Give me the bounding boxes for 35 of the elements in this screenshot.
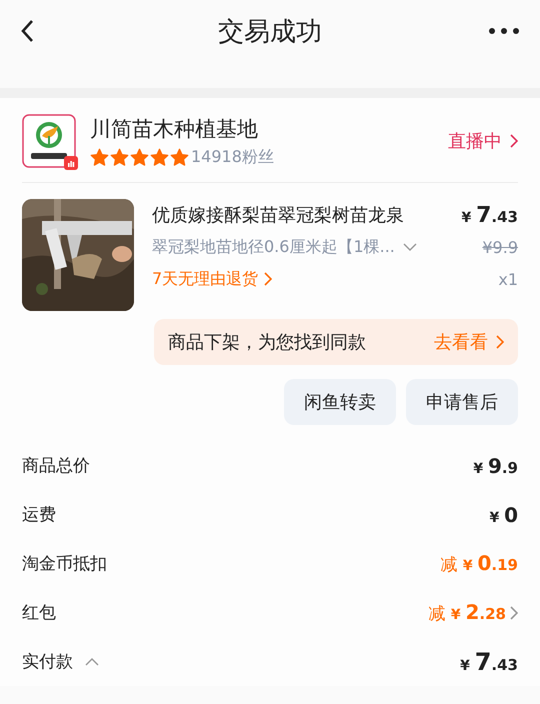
action-button[interactable]: 申请售后 — [406, 379, 518, 425]
star-icon — [130, 148, 149, 166]
chevron-icon — [510, 134, 518, 148]
chevron-icon[interactable] — [510, 606, 518, 620]
more-icon[interactable] — [488, 27, 520, 35]
fans-count: 14918粉丝 — [191, 146, 274, 168]
star-icon — [90, 148, 109, 166]
star-icon — [170, 148, 189, 166]
price: 减 ¥ 0.19 — [440, 551, 518, 576]
quantity: x1 — [498, 270, 518, 288]
page-title: 交易成功 — [218, 16, 322, 48]
summary-label: 运费 — [22, 504, 56, 526]
collapse-icon[interactable] — [85, 658, 99, 666]
product-title[interactable]: 优质嫁接酥梨苗翠冠梨树苗龙泉 — [152, 203, 404, 227]
price: ¥ 7.43 — [461, 202, 518, 228]
action-button[interactable]: 闲鱼转卖 — [284, 379, 396, 425]
summary-label: 淘金币抵扣 — [22, 553, 107, 575]
price: ¥ 0 — [489, 502, 518, 526]
summary-label: 商品总价 — [22, 455, 90, 477]
back-icon[interactable] — [20, 19, 34, 43]
summary-label: 红包 — [22, 602, 56, 624]
live-link[interactable]: 直播中 — [448, 129, 518, 153]
chevron-icon — [264, 272, 272, 286]
star-icon — [110, 148, 129, 166]
original-price: ¥9.9 — [482, 238, 518, 256]
summary-label: 实付款 — [22, 651, 73, 673]
caret-icon — [402, 243, 417, 251]
star-icon — [150, 148, 169, 166]
live-badge-icon — [64, 156, 78, 170]
shop-name[interactable]: 川简苗木种植基地 — [90, 114, 448, 142]
price: ¥ 9.9 — [473, 454, 518, 478]
price: 减 ¥ 2.28 — [428, 600, 506, 625]
chevron-icon — [496, 335, 504, 349]
price: ¥ 7.43 — [460, 648, 518, 676]
notice-text: 商品下架，为您找到同款 — [168, 331, 366, 354]
